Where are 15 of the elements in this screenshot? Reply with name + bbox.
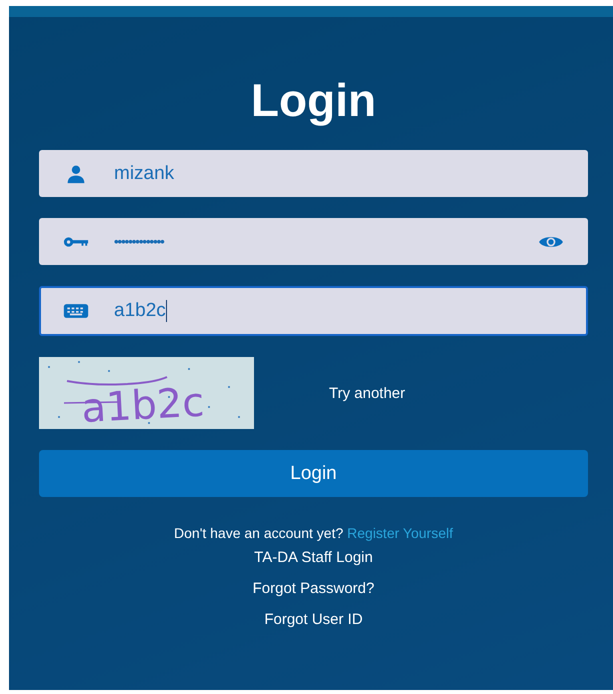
footer-link[interactable]: TA-DA Staff Login [254,549,373,566]
captcha-image: a1b2c [39,357,254,429]
footer-link[interactable]: Forgot User ID [264,611,363,628]
field-value: a1b2c [114,300,166,322]
input-field[interactable]: •••••••••••••• [39,218,588,265]
try-another-link[interactable]: Try another [329,384,406,402]
field-value: mizank [114,162,174,184]
login-button[interactable]: Login [39,450,588,497]
keyboard-icon [63,301,89,321]
input-field[interactable]: mizank [39,150,588,197]
input-field[interactable]: a1b2c [39,286,588,336]
field-value: •••••••••••••• [114,234,164,249]
register-prompt: Don't have an account yet? Register Yourself [174,525,453,541]
footer-link[interactable]: Forgot Password? [252,580,374,597]
register-link[interactable]: Register Yourself [347,525,453,541]
